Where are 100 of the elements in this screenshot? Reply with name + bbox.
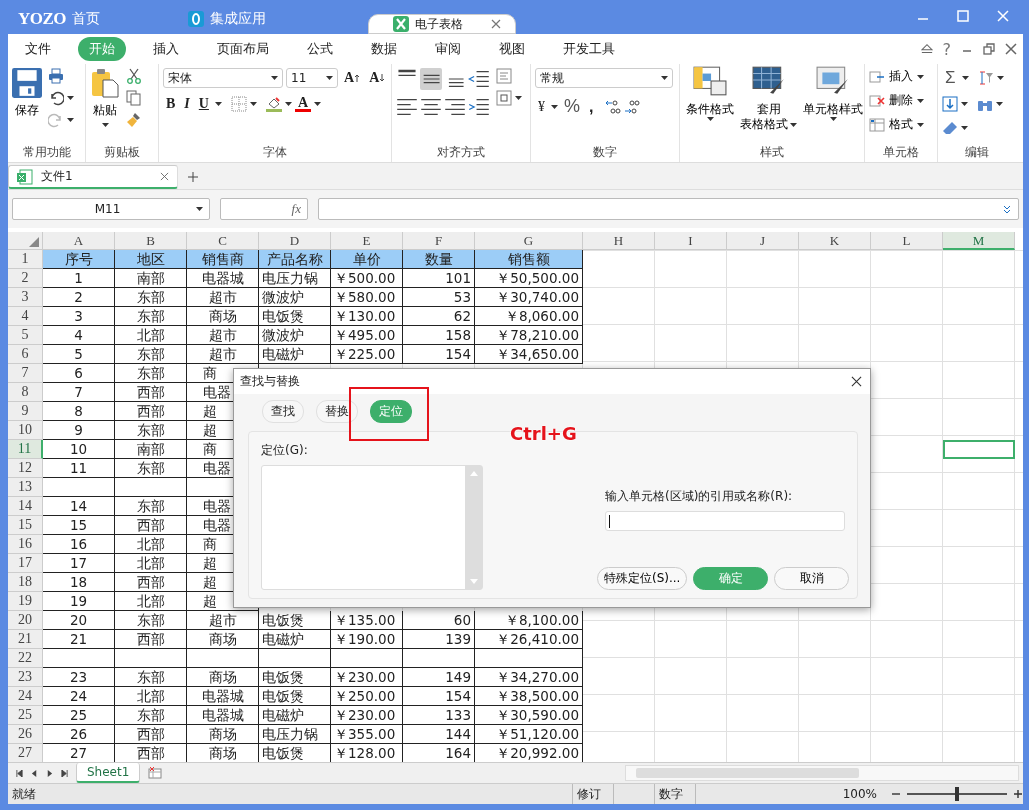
column-header[interactable]: G — [475, 232, 583, 250]
cell-action-button[interactable]: 格式 — [869, 116, 924, 133]
close-icon[interactable] — [851, 376, 862, 387]
reference-input[interactable] — [605, 511, 845, 531]
copy-icon[interactable] — [126, 90, 142, 106]
align-icon[interactable] — [444, 96, 466, 118]
menu-tab[interactable]: 开发工具 — [552, 37, 626, 61]
menu-tab[interactable]: 视图 — [488, 37, 536, 61]
menu-tab[interactable]: 审阅 — [424, 37, 472, 61]
percent-button[interactable]: % — [561, 96, 583, 117]
row-header[interactable]: 17 — [8, 554, 43, 573]
add-icon[interactable] — [188, 172, 198, 182]
sheet-tab[interactable]: Sheet1 — [76, 763, 141, 783]
style-button[interactable]: 单元格样式 — [801, 66, 865, 121]
style-button[interactable]: 条件格式 — [684, 66, 736, 121]
increase-decimal-icon[interactable] — [605, 98, 622, 115]
undo-icon[interactable] — [48, 90, 64, 106]
maximize-icon[interactable] — [957, 10, 969, 22]
comma-button[interactable]: , — [586, 97, 597, 116]
first-sheet-icon[interactable] — [16, 769, 23, 777]
collapse-ribbon-icon[interactable] — [920, 43, 933, 55]
row-header[interactable]: 21 — [8, 630, 43, 649]
next-sheet-icon[interactable] — [46, 769, 53, 777]
paintbrush-icon[interactable] — [126, 112, 142, 128]
italic-button[interactable]: I — [181, 96, 193, 112]
column-header[interactable]: C — [187, 232, 259, 250]
last-sheet-icon[interactable] — [61, 769, 68, 777]
row-header[interactable]: 24 — [8, 687, 43, 706]
add-sheet-icon[interactable] — [148, 767, 163, 779]
row-header[interactable]: 27 — [8, 744, 43, 762]
fill-color-icon[interactable] — [265, 96, 282, 112]
name-box[interactable]: M11 — [12, 198, 210, 220]
menu-tab[interactable]: 文件 — [14, 37, 62, 61]
column-header[interactable]: J — [727, 232, 799, 250]
row-header[interactable]: 22 — [8, 649, 43, 668]
row-header[interactable]: 18 — [8, 573, 43, 592]
formula-input[interactable] — [318, 198, 1019, 220]
spreadsheet-tab[interactable]: 电子表格 — [368, 14, 517, 34]
menu-tab[interactable]: 插入 — [142, 37, 190, 61]
expand-icon[interactable] — [1002, 204, 1012, 214]
restore-icon[interactable] — [983, 43, 995, 55]
row-header[interactable]: 13 — [8, 478, 43, 497]
printer-icon[interactable] — [48, 68, 64, 84]
cell-action-button[interactable]: 删除 — [869, 92, 924, 109]
align-icon[interactable] — [420, 96, 442, 118]
underline-button[interactable]: U — [195, 96, 212, 112]
column-header[interactable]: L — [871, 232, 943, 250]
column-header[interactable]: A — [43, 232, 115, 250]
eraser-icon[interactable] — [942, 120, 958, 136]
decrease-decimal-icon[interactable] — [624, 98, 641, 115]
help-button[interactable]: ? — [942, 39, 951, 59]
document-tab[interactable]: 文件1 — [8, 165, 178, 189]
row-header[interactable]: 20 — [8, 611, 43, 630]
dialog-button[interactable]: 取消 — [774, 567, 850, 590]
zoom-in-icon[interactable] — [1013, 789, 1023, 799]
row-header[interactable]: 12 — [8, 459, 43, 478]
row-header[interactable]: 16 — [8, 535, 43, 554]
sum-button[interactable]: Σ — [942, 68, 959, 88]
row-header[interactable]: 23 — [8, 668, 43, 687]
font-family-select[interactable]: 宋体 — [163, 68, 283, 88]
increase-font-button[interactable]: A — [341, 70, 364, 86]
save-button[interactable]: 保存 — [12, 68, 42, 119]
row-header[interactable]: 25 — [8, 706, 43, 725]
menu-tab[interactable]: 公式 — [296, 37, 344, 61]
row-header[interactable]: 15 — [8, 516, 43, 535]
close-icon[interactable] — [1005, 43, 1017, 55]
decrease-font-button[interactable]: A — [366, 70, 389, 86]
row-header[interactable]: 1 — [8, 250, 43, 269]
row-header[interactable]: 6 — [8, 345, 43, 364]
row-header[interactable]: 4 — [8, 307, 43, 326]
merge-cells-icon[interactable] — [496, 90, 512, 106]
column-header[interactable]: B — [115, 232, 187, 250]
menu-tab[interactable]: 页面布局 — [206, 37, 280, 61]
style-button[interactable]: 套用 表格格式 — [738, 66, 799, 132]
column-header[interactable]: F — [403, 232, 475, 250]
row-header[interactable]: 7 — [8, 364, 43, 383]
dialog-tab[interactable]: 替换 — [316, 400, 358, 423]
align-icon[interactable] — [420, 68, 442, 90]
paste-button[interactable]: 粘贴 — [90, 68, 120, 127]
sort-filter-icon[interactable] — [977, 70, 994, 86]
font-color-button[interactable]: A — [294, 96, 312, 112]
scissors-icon[interactable] — [126, 68, 142, 84]
insert-function-button[interactable]: fx — [220, 198, 308, 220]
row-header[interactable]: 26 — [8, 725, 43, 744]
dialog-tab[interactable]: 查找 — [262, 400, 304, 423]
row-header[interactable]: 19 — [8, 592, 43, 611]
slider-thumb[interactable] — [955, 787, 959, 801]
align-icon[interactable] — [468, 96, 490, 118]
currency-button[interactable]: ¥ — [535, 98, 548, 115]
align-icon[interactable] — [396, 96, 418, 118]
column-header[interactable]: D — [259, 232, 331, 250]
row-header[interactable]: 5 — [8, 326, 43, 345]
dialog-button[interactable]: 特殊定位(S)... — [597, 567, 688, 590]
row-header[interactable]: 9 — [8, 402, 43, 421]
column-header[interactable]: E — [331, 232, 403, 250]
row-header[interactable]: 10 — [8, 421, 43, 440]
cell-action-button[interactable]: 插入 — [869, 68, 924, 85]
row-header[interactable]: 11 — [8, 440, 43, 459]
menu-tab[interactable]: 数据 — [360, 37, 408, 61]
horizontal-scrollbar[interactable] — [625, 765, 1019, 781]
